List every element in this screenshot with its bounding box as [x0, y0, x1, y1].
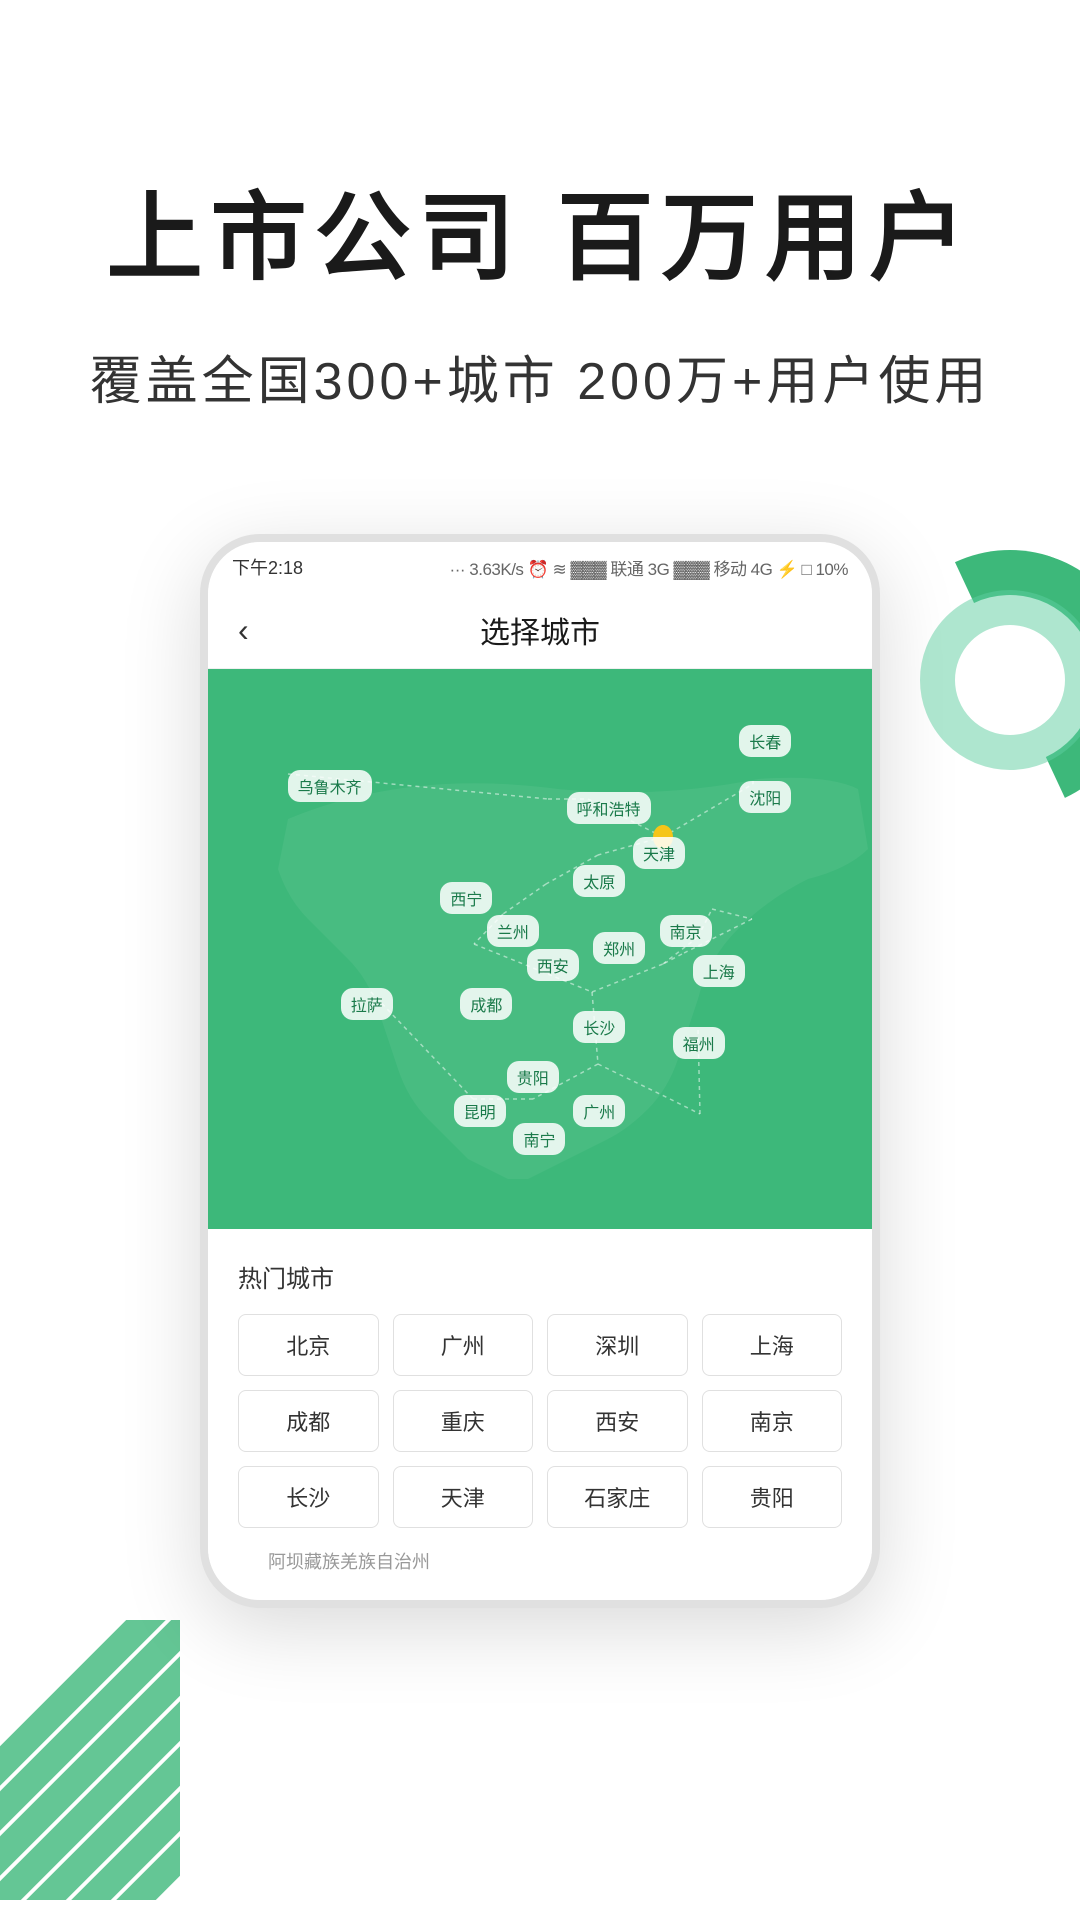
- city-btn-shenzhen[interactable]: 深圳: [547, 1314, 688, 1376]
- status-bar: 下午2:18 ··· 3.63K/s ⏰ ≋ ▓▓▓ 联通 3G ▓▓▓ 移动 …: [208, 542, 872, 592]
- city-btn-guangzhou[interactable]: 广州: [393, 1314, 534, 1376]
- city-guangzhou[interactable]: 广州: [573, 1095, 625, 1127]
- city-wulumuqi[interactable]: 乌鲁木齐: [288, 770, 372, 802]
- stripes-decoration: [0, 1620, 180, 1900]
- cities-grid: 北京 广州 深圳 上海 成都 重庆 西安 南京 长沙 天津 石家庄 贵阳: [238, 1314, 842, 1528]
- map-container[interactable]: 乌鲁木齐 长春 沈阳 呼和浩特 天津 太原 西宁 兰州 西安 郑州 南京 上海 …: [208, 669, 872, 1229]
- city-xining[interactable]: 西宁: [440, 882, 492, 914]
- hot-cities-section: 热门城市 北京 广州 深圳 上海 成都 重庆 西安 南京 长沙 天津 石家庄: [208, 1229, 872, 1600]
- phone-header: ‹ 选择城市: [208, 592, 872, 669]
- subtitle: 覆盖全国300+城市 200万+用户使用: [80, 339, 1000, 414]
- city-btn-shanghai[interactable]: 上海: [702, 1314, 843, 1376]
- city-xian[interactable]: 西安: [527, 949, 579, 981]
- city-nanjing[interactable]: 南京: [660, 915, 712, 947]
- city-lasa[interactable]: 拉萨: [341, 988, 393, 1020]
- hot-cities-title: 热门城市: [238, 1259, 842, 1294]
- status-network: ··· 3.63K/s ⏰ ≋ ▓▓▓ 联通 3G ▓▓▓ 移动 4G ⚡ □ …: [450, 555, 848, 580]
- top-section: 上市公司 百万用户 覆盖全国300+城市 200万+用户使用: [0, 0, 1080, 474]
- header-title: 选择城市: [480, 608, 600, 652]
- main-title: 上市公司 百万用户: [80, 160, 1000, 299]
- city-shanghai[interactable]: 上海: [693, 955, 745, 987]
- city-btn-shijiazhuang[interactable]: 石家庄: [547, 1466, 688, 1528]
- back-button[interactable]: ‹: [238, 612, 249, 649]
- city-btn-guiyang[interactable]: 贵阳: [702, 1466, 843, 1528]
- city-btn-beijing[interactable]: 北京: [238, 1314, 379, 1376]
- city-kunming[interactable]: 昆明: [454, 1095, 506, 1127]
- city-tianjin[interactable]: 天津: [633, 837, 685, 869]
- city-huhehaote[interactable]: 呼和浩特: [567, 792, 651, 824]
- city-btn-nanjing[interactable]: 南京: [702, 1390, 843, 1452]
- city-btn-chengdu[interactable]: 成都: [238, 1390, 379, 1452]
- page-wrapper: 上市公司 百万用户 覆盖全国300+城市 200万+用户使用 下午2:18 ··…: [0, 0, 1080, 1920]
- city-changchun[interactable]: 长春: [739, 725, 791, 757]
- city-nanning[interactable]: 南宁: [513, 1123, 565, 1155]
- city-lanzhou[interactable]: 兰州: [487, 915, 539, 947]
- phone-mockup: 下午2:18 ··· 3.63K/s ⏰ ≋ ▓▓▓ 联通 3G ▓▓▓ 移动 …: [200, 534, 880, 1608]
- city-fuzhou[interactable]: 福州: [673, 1027, 725, 1059]
- city-taiyuan[interactable]: 太原: [573, 865, 625, 897]
- city-chengdu[interactable]: 成都: [460, 988, 512, 1020]
- city-btn-changsha[interactable]: 长沙: [238, 1466, 379, 1528]
- city-shenyang[interactable]: 沈阳: [739, 781, 791, 813]
- status-time: 下午2:18: [232, 554, 303, 580]
- city-btn-tianjin[interactable]: 天津: [393, 1466, 534, 1528]
- city-zhengzhou[interactable]: 郑州: [593, 932, 645, 964]
- bottom-text: 阿坝藏族羌族自治州: [238, 1528, 842, 1590]
- city-guiyang[interactable]: 贵阳: [507, 1061, 559, 1093]
- city-btn-xian[interactable]: 西安: [547, 1390, 688, 1452]
- city-changsha[interactable]: 长沙: [573, 1011, 625, 1043]
- city-btn-chongqing[interactable]: 重庆: [393, 1390, 534, 1452]
